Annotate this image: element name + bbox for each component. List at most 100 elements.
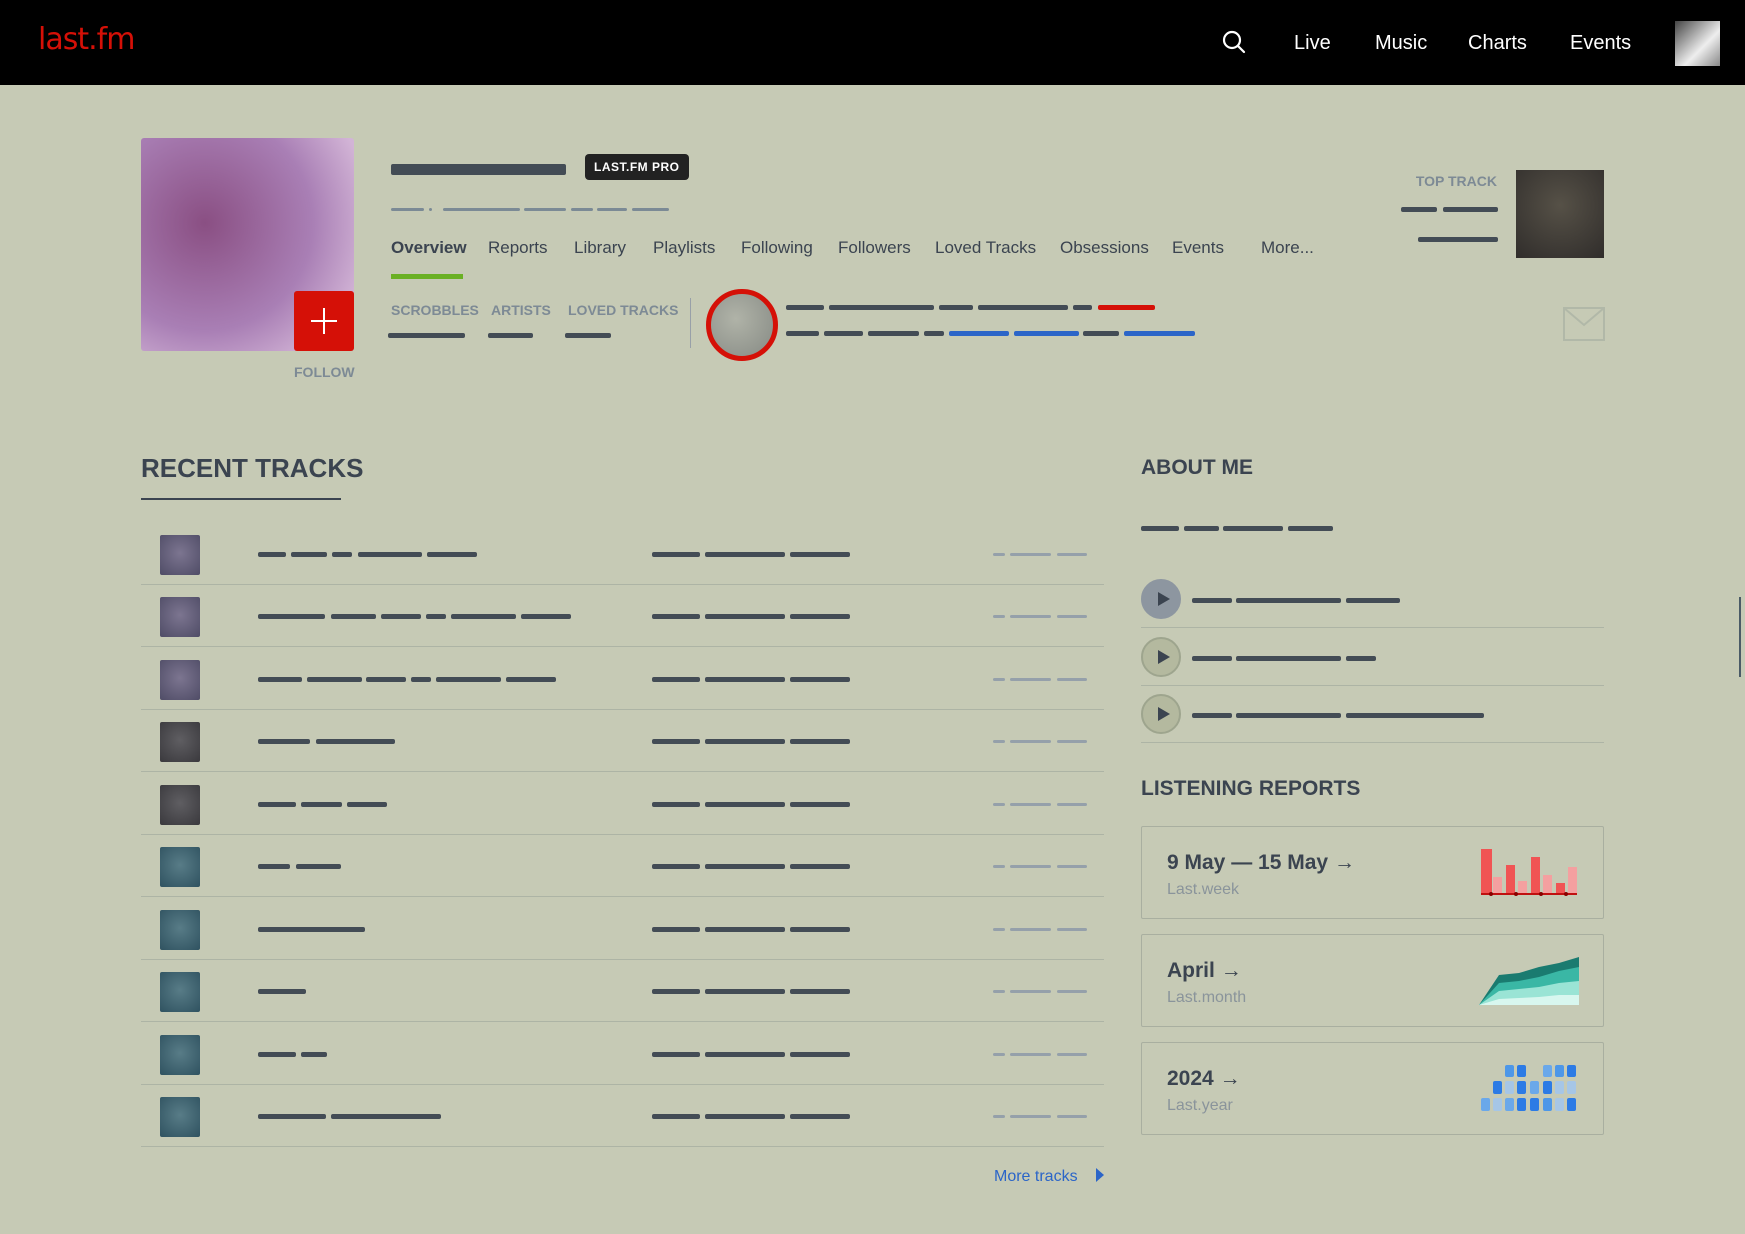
play-icon[interactable] bbox=[1141, 579, 1181, 619]
track-artwork[interactable] bbox=[160, 847, 200, 887]
track-artist-redacted[interactable] bbox=[790, 1052, 850, 1057]
track-title-redacted[interactable] bbox=[381, 614, 421, 619]
stat-artists-label[interactable]: ARTISTS bbox=[491, 302, 551, 318]
track-artist-redacted[interactable] bbox=[790, 739, 850, 744]
obsession-artwork[interactable] bbox=[706, 289, 778, 361]
track-title-redacted[interactable] bbox=[258, 1114, 326, 1119]
track-artist-redacted[interactable] bbox=[652, 802, 700, 807]
nav-live[interactable]: Live bbox=[1294, 32, 1331, 55]
track-artist-redacted[interactable] bbox=[652, 677, 700, 682]
track-artwork[interactable] bbox=[160, 535, 200, 575]
track-artist-redacted[interactable] bbox=[652, 1052, 700, 1057]
list-item[interactable] bbox=[1141, 571, 1604, 628]
tab-reports[interactable]: Reports bbox=[488, 238, 548, 258]
table-row[interactable] bbox=[141, 835, 1104, 897]
tab-followers[interactable]: Followers bbox=[838, 238, 911, 258]
scrollbar-thumb[interactable] bbox=[1739, 597, 1741, 677]
track-artist-redacted[interactable] bbox=[790, 802, 850, 807]
track-title-redacted[interactable] bbox=[521, 614, 571, 619]
track-artist-redacted[interactable] bbox=[790, 1114, 850, 1119]
track-title-redacted[interactable] bbox=[296, 864, 341, 869]
report-title[interactable]: 2024 → bbox=[1167, 1067, 1241, 1091]
recent-tracks-heading[interactable]: RECENT TRACKS bbox=[141, 453, 363, 484]
tab-events[interactable]: Events bbox=[1172, 238, 1224, 258]
about-track-redacted[interactable] bbox=[1192, 713, 1232, 718]
more-tracks-link[interactable]: More tracks bbox=[994, 1168, 1078, 1186]
track-title-redacted[interactable] bbox=[332, 552, 352, 557]
track-artist-redacted[interactable] bbox=[652, 927, 700, 932]
about-track-redacted[interactable] bbox=[1192, 598, 1232, 603]
user-avatar[interactable] bbox=[1675, 21, 1720, 66]
track-title-redacted[interactable] bbox=[427, 552, 477, 557]
track-artist-redacted[interactable] bbox=[705, 739, 785, 744]
report-card-month[interactable]: April → Last.month bbox=[1141, 934, 1604, 1027]
track-artist-redacted[interactable] bbox=[790, 614, 850, 619]
list-item[interactable] bbox=[1141, 686, 1604, 743]
track-title-redacted[interactable] bbox=[258, 614, 325, 619]
track-artist-redacted[interactable] bbox=[652, 614, 700, 619]
table-row[interactable] bbox=[141, 898, 1104, 960]
track-artwork[interactable] bbox=[160, 910, 200, 950]
track-artist-redacted[interactable] bbox=[705, 989, 785, 994]
about-track-redacted[interactable] bbox=[1192, 656, 1232, 661]
track-title-redacted[interactable] bbox=[451, 614, 516, 619]
obsession-link-redacted[interactable] bbox=[949, 331, 1009, 336]
track-artist-redacted[interactable] bbox=[705, 1114, 785, 1119]
track-artwork[interactable] bbox=[160, 722, 200, 762]
track-artist-redacted[interactable] bbox=[705, 552, 785, 557]
mail-icon[interactable] bbox=[1563, 307, 1605, 341]
table-row[interactable] bbox=[141, 1085, 1104, 1147]
track-title-redacted[interactable] bbox=[258, 552, 286, 557]
tab-overview[interactable]: Overview bbox=[391, 238, 467, 258]
about-track-redacted[interactable] bbox=[1236, 656, 1341, 661]
report-title[interactable]: April → bbox=[1167, 959, 1242, 983]
track-artist-redacted[interactable] bbox=[652, 864, 700, 869]
track-title-redacted[interactable] bbox=[347, 802, 387, 807]
track-title-redacted[interactable] bbox=[301, 1052, 327, 1057]
track-title-redacted[interactable] bbox=[436, 677, 501, 682]
track-artwork[interactable] bbox=[160, 1097, 200, 1137]
follow-button[interactable] bbox=[294, 291, 354, 351]
table-row[interactable] bbox=[141, 773, 1104, 835]
track-artist-redacted[interactable] bbox=[790, 864, 850, 869]
track-artist-redacted[interactable] bbox=[705, 864, 785, 869]
tab-following[interactable]: Following bbox=[741, 238, 813, 258]
play-icon[interactable] bbox=[1141, 694, 1181, 734]
track-title-redacted[interactable] bbox=[258, 989, 306, 994]
about-track-redacted[interactable] bbox=[1346, 713, 1484, 718]
track-artist-redacted[interactable] bbox=[705, 677, 785, 682]
about-track-redacted[interactable] bbox=[1236, 598, 1341, 603]
tab-playlists[interactable]: Playlists bbox=[653, 238, 715, 258]
table-row[interactable] bbox=[141, 585, 1104, 647]
chevron-right-icon[interactable] bbox=[1095, 1167, 1105, 1183]
track-artist-redacted[interactable] bbox=[652, 552, 700, 557]
about-track-redacted[interactable] bbox=[1236, 713, 1341, 718]
table-row[interactable] bbox=[141, 648, 1104, 710]
play-icon[interactable] bbox=[1141, 637, 1181, 677]
tab-loved-tracks[interactable]: Loved Tracks bbox=[935, 238, 1036, 258]
about-track-redacted[interactable] bbox=[1346, 656, 1376, 661]
track-artist-redacted[interactable] bbox=[705, 802, 785, 807]
track-title-redacted[interactable] bbox=[331, 1114, 441, 1119]
nav-music[interactable]: Music bbox=[1375, 32, 1427, 55]
track-title-redacted[interactable] bbox=[258, 927, 365, 932]
track-title-redacted[interactable] bbox=[331, 614, 376, 619]
tab-library[interactable]: Library bbox=[574, 238, 626, 258]
track-title-redacted[interactable] bbox=[258, 739, 310, 744]
table-row[interactable] bbox=[141, 960, 1104, 1022]
track-title-redacted[interactable] bbox=[291, 552, 327, 557]
table-row[interactable] bbox=[141, 710, 1104, 772]
tab-more[interactable]: More... bbox=[1261, 238, 1314, 258]
search-icon[interactable] bbox=[1220, 28, 1248, 56]
track-title-redacted[interactable] bbox=[358, 552, 422, 557]
track-artist-redacted[interactable] bbox=[790, 552, 850, 557]
track-artwork[interactable] bbox=[160, 785, 200, 825]
report-card-year[interactable]: 2024 → Last.year bbox=[1141, 1042, 1604, 1135]
track-title-redacted[interactable] bbox=[258, 802, 296, 807]
track-artist-redacted[interactable] bbox=[790, 927, 850, 932]
track-title-redacted[interactable] bbox=[366, 677, 406, 682]
track-title-redacted[interactable] bbox=[506, 677, 556, 682]
track-artwork[interactable] bbox=[160, 972, 200, 1012]
nav-charts[interactable]: Charts bbox=[1468, 32, 1527, 55]
top-track-artwork[interactable] bbox=[1516, 170, 1604, 258]
